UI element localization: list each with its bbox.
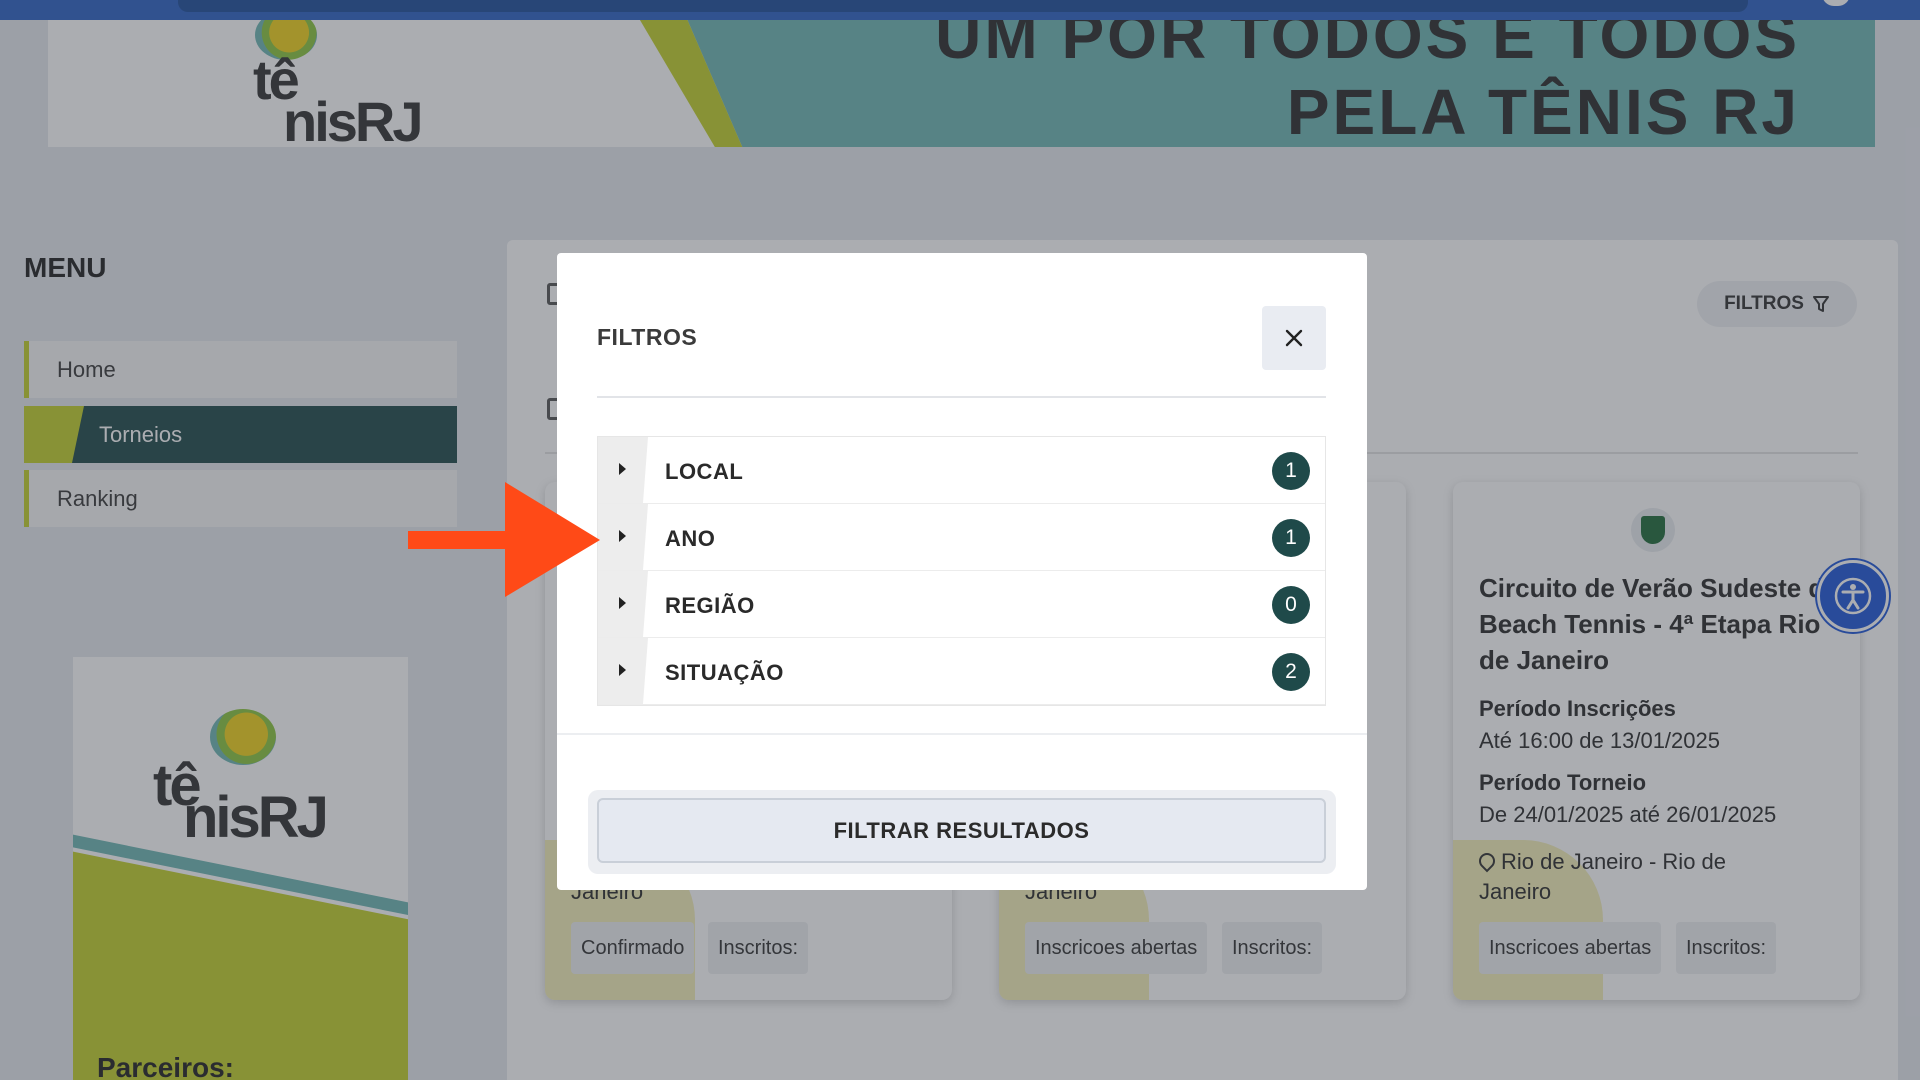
filter-section-label: ANO [665, 526, 716, 551]
annotation-arrow-icon [408, 482, 600, 597]
caret-right-icon [619, 597, 626, 609]
filter-count-badge: 0 [1272, 586, 1310, 624]
modal-header-divider [597, 396, 1326, 398]
filters-modal: FILTROS LOCAL 1 ANO 1 REGIÃO 0 SITUAÇÃO … [557, 253, 1367, 890]
close-button[interactable] [1262, 306, 1326, 370]
filter-section-local[interactable]: LOCAL 1 [598, 437, 1325, 504]
filter-section-label: SITUAÇÃO [665, 660, 784, 685]
filter-section-ano[interactable]: ANO 1 [598, 504, 1325, 571]
caret-right-icon [619, 463, 626, 475]
filter-section-label: REGIÃO [665, 593, 755, 618]
filter-section-situacao[interactable]: SITUAÇÃO 2 [598, 638, 1325, 705]
caret-right-icon [619, 530, 626, 542]
filter-section-regiao[interactable]: REGIÃO 0 [598, 571, 1325, 638]
filters-accordion: LOCAL 1 ANO 1 REGIÃO 0 SITUAÇÃO 2 [597, 436, 1326, 706]
modal-title: FILTROS [597, 324, 698, 350]
filter-section-label: LOCAL [665, 459, 744, 484]
filter-results-button[interactable]: FILTRAR RESULTADOS [597, 798, 1326, 863]
filter-count-badge: 1 [1272, 452, 1310, 490]
modal-footer-divider [557, 733, 1367, 735]
caret-right-icon [619, 664, 626, 676]
filter-count-badge: 2 [1272, 653, 1310, 691]
close-icon [1285, 329, 1303, 347]
filter-count-badge: 1 [1272, 519, 1310, 557]
